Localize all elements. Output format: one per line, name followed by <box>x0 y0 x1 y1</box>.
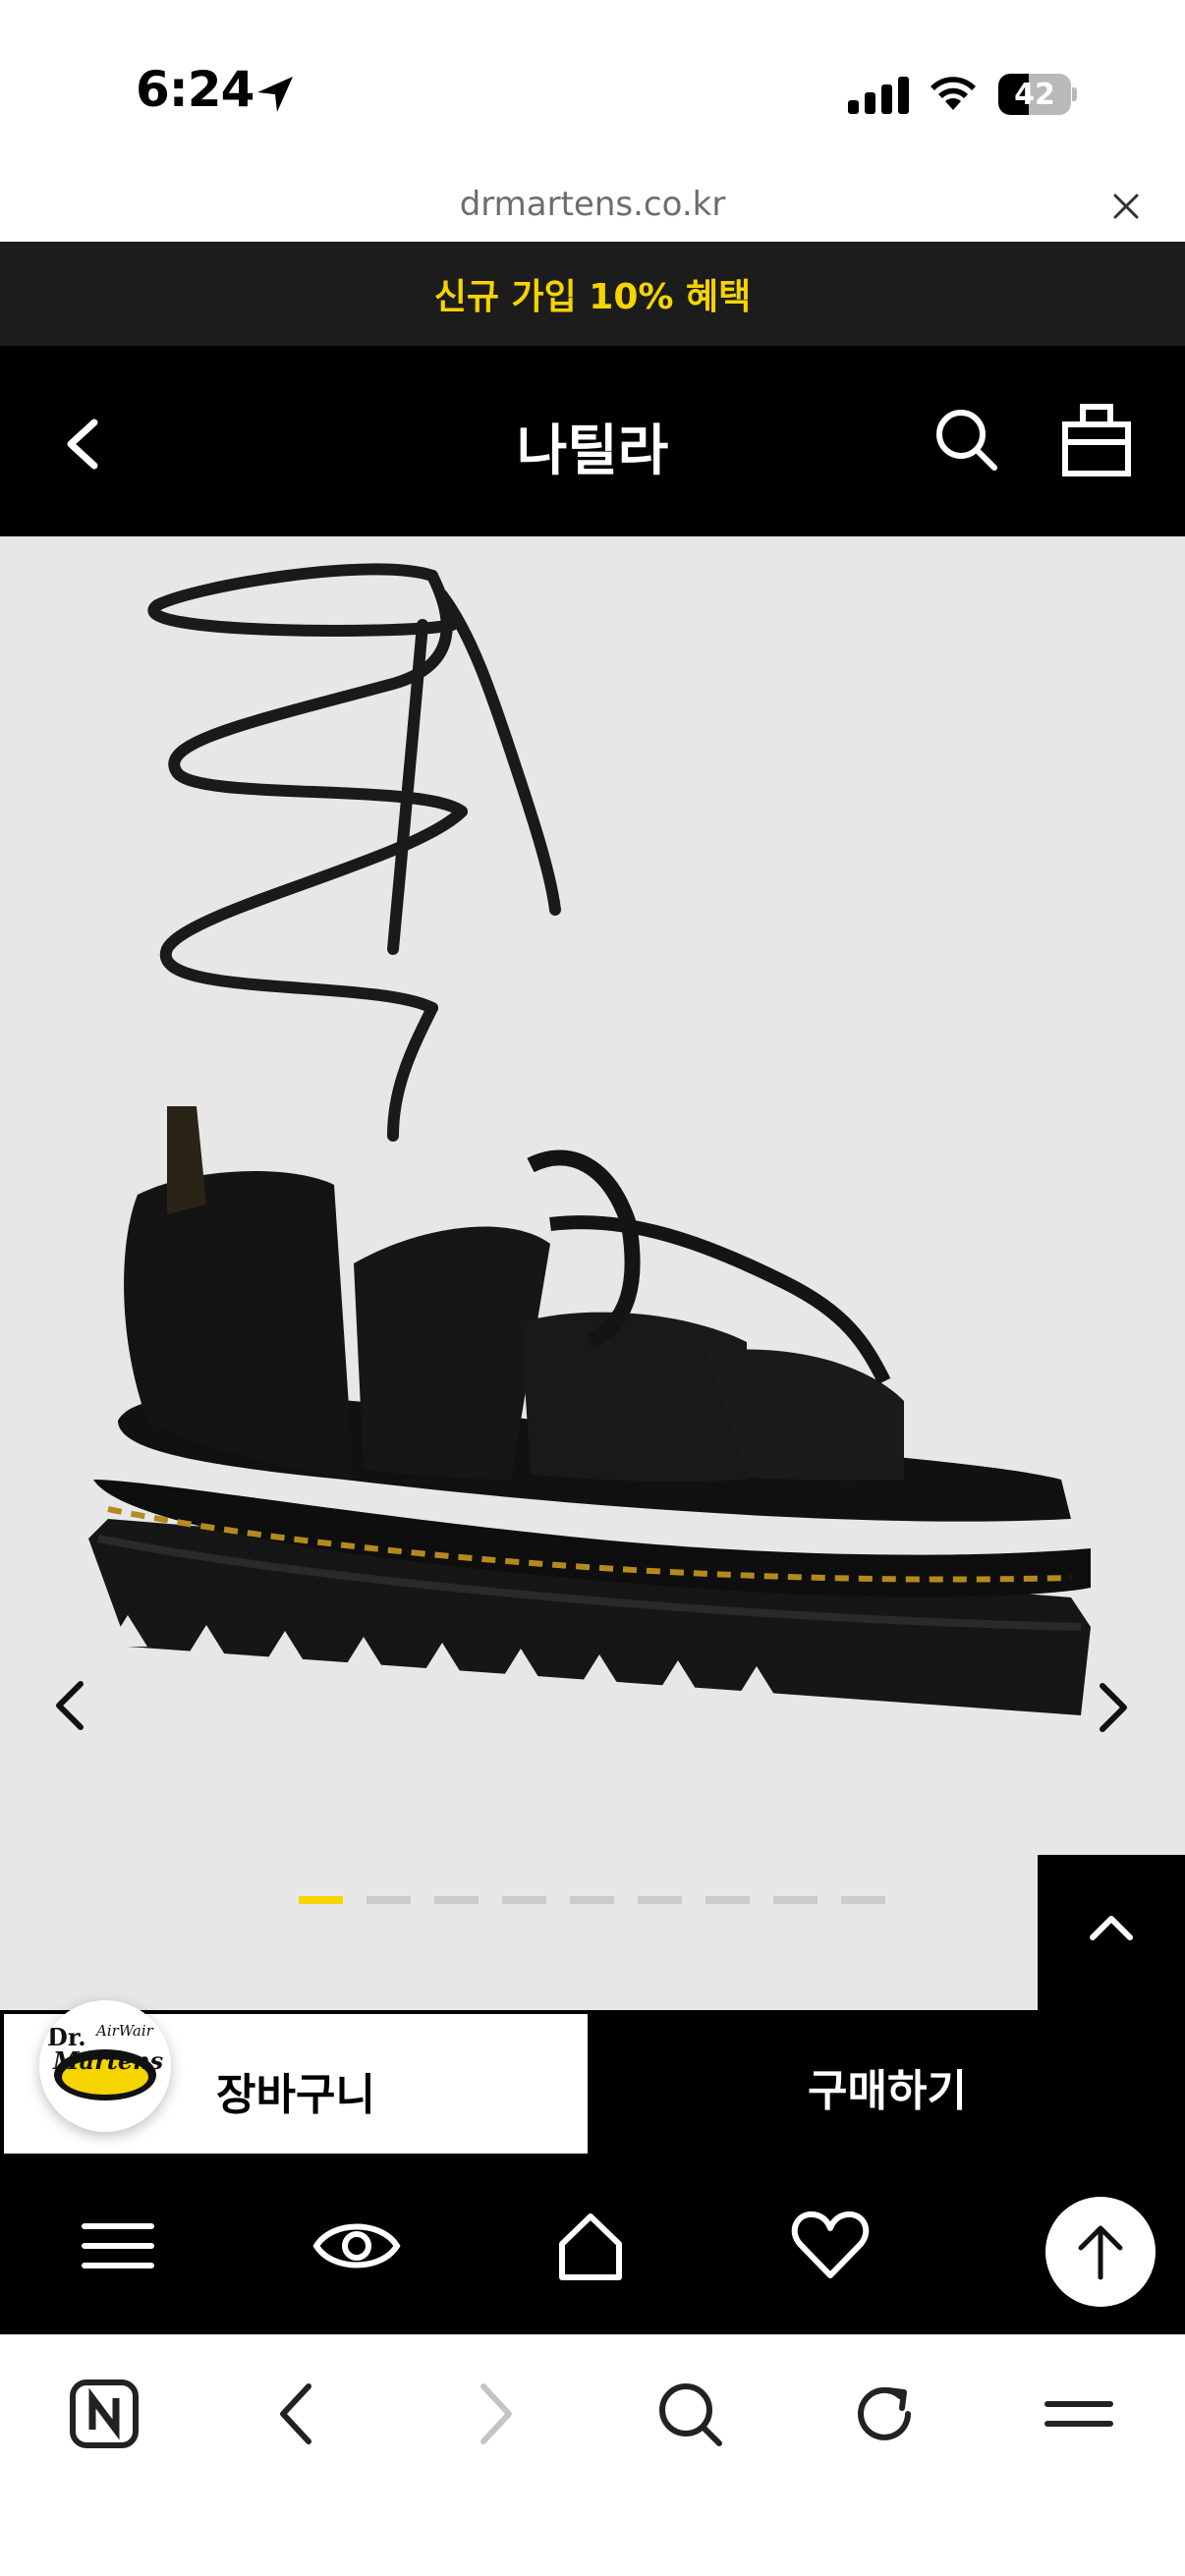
carousel-dot[interactable] <box>570 1896 614 1904</box>
location-arrow-icon <box>257 77 293 112</box>
carousel-dot[interactable] <box>434 1896 479 1904</box>
status-bar: 6:24 42 <box>0 0 1185 187</box>
carousel-dot[interactable] <box>638 1896 682 1904</box>
purchase-bar: 장바구니 구매하기 <box>0 2010 1185 2157</box>
menu-icon[interactable] <box>1040 2375 1118 2453</box>
eye-icon[interactable] <box>312 2207 401 2285</box>
menu-icon[interactable] <box>75 2207 163 2285</box>
carousel-dot[interactable] <box>299 1896 343 1904</box>
cellular-signal-icon <box>848 75 909 114</box>
naver-icon[interactable] <box>65 2375 143 2453</box>
product-image <box>88 563 1091 1715</box>
promo-text: 신규 가입 10% 혜택 <box>433 277 752 317</box>
chevron-up-icon <box>1090 1916 1133 1940</box>
site-bottom-nav <box>0 2157 1185 2334</box>
shopping-bag-icon[interactable] <box>1057 397 1136 479</box>
carousel-dot[interactable] <box>502 1896 546 1904</box>
arrow-up-icon <box>1078 2225 1123 2280</box>
search-icon[interactable] <box>928 401 1006 479</box>
battery-level: 42 <box>1014 77 1055 112</box>
search-icon[interactable] <box>650 2375 729 2453</box>
cart-label: 장바구니 <box>216 2070 375 2120</box>
promo-banner[interactable]: 신규 가입 10% 혜택 <box>0 242 1185 346</box>
next-image-arrow[interactable] <box>1093 1678 1132 1737</box>
battery-indicator: 42 <box>998 74 1077 115</box>
home-icon[interactable] <box>546 2207 635 2285</box>
svg-text:Martens: Martens <box>52 2046 164 2075</box>
carousel-dot[interactable] <box>705 1896 750 1904</box>
scroll-top-button[interactable] <box>1038 1855 1185 2010</box>
wifi-icon <box>931 77 976 110</box>
brand-logo[interactable]: Dr. AirWair Martens <box>39 2000 171 2132</box>
buy-now-button[interactable]: 구매하기 <box>590 2055 1185 2118</box>
back-icon[interactable] <box>259 2375 338 2453</box>
carousel-dot[interactable] <box>773 1896 818 1904</box>
product-image-carousel[interactable] <box>0 536 1185 2010</box>
carousel-dot[interactable] <box>841 1896 885 1904</box>
svg-text:AirWair: AirWair <box>94 2022 154 2040</box>
url-text[interactable]: drmartens.co.kr <box>0 185 1185 224</box>
scroll-up-button[interactable] <box>1045 2197 1156 2307</box>
browser-url-bar: drmartens.co.kr <box>0 177 1185 242</box>
page-title: 나틸라 <box>516 420 669 483</box>
forward-icon <box>480 2383 512 2444</box>
reload-icon[interactable] <box>845 2375 924 2453</box>
carousel-dot[interactable] <box>367 1896 411 1904</box>
site-header: 나틸라 <box>0 346 1185 536</box>
carousel-pagination <box>299 1896 885 1904</box>
browser-toolbar <box>0 2334 1185 2576</box>
status-time: 6:24 <box>136 61 254 118</box>
previous-image-arrow[interactable] <box>51 1676 90 1735</box>
heart-icon[interactable] <box>786 2207 875 2285</box>
close-icon[interactable] <box>1110 191 1142 222</box>
dr-martens-logo: Dr. AirWair Martens <box>47 2022 164 2100</box>
